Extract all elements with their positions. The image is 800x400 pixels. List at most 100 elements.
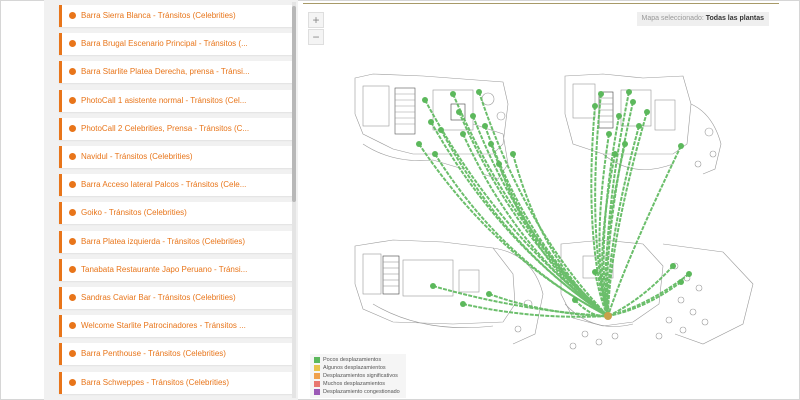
flow-node-marker[interactable]: [592, 103, 598, 109]
status-dot-icon: [69, 68, 76, 76]
legend-item: Desplazamiento congestionado: [313, 388, 403, 396]
status-dot-icon: [69, 378, 76, 386]
status-dot-icon: [69, 294, 76, 301]
list-item[interactable]: Barra Brugal Escenario Principal - Tráns…: [59, 33, 293, 56]
legend-swatch: [314, 389, 320, 395]
status-dot-icon: [69, 265, 76, 273]
list-item[interactable]: Barra Sierra Blanca - Tránsitos (Celebri…: [59, 5, 293, 27]
list-item[interactable]: Welcome Starlite Patrocinadores - Tránsi…: [59, 315, 293, 338]
flow-node-marker[interactable]: [476, 89, 482, 95]
flow-node-marker[interactable]: [450, 91, 456, 97]
status-dot-icon: [69, 40, 76, 48]
list-item[interactable]: Barra Platea izquierda - Tránsitos (Cele…: [59, 230, 293, 253]
legend-label: Desplazamientos significativos: [323, 373, 398, 379]
legend-item: Pocos desplazamientos: [313, 356, 403, 364]
legend-item: Desplazamientos significativos: [313, 372, 403, 380]
list-item[interactable]: Tanabata Restaurante Japo Peruano - Trán…: [59, 258, 293, 281]
flow-node-marker[interactable]: [496, 161, 502, 167]
status-dot-icon: [69, 209, 76, 217]
status-dot-icon: [69, 322, 76, 330]
flow-node-marker[interactable]: [670, 263, 676, 269]
legend-label: Muchos desplazamientos: [323, 381, 386, 387]
flow-node-marker[interactable]: [644, 109, 650, 115]
list-item-label: Barra Acceso lateral Palcos - Tránsitos …: [81, 180, 247, 190]
legend-label: Algunos desplazamientos: [323, 365, 386, 371]
status-dot-icon: [69, 350, 76, 358]
flow-node-marker[interactable]: [486, 291, 492, 297]
legend-swatch: [314, 365, 320, 371]
legend-swatch: [314, 381, 320, 387]
list-item[interactable]: Barra Schweppes - Tránsitos (Celebrities…: [59, 371, 293, 394]
status-dot-icon: [69, 124, 76, 132]
flow-node-marker[interactable]: [622, 141, 628, 147]
list-item-label: Barra Platea izquierda - Tránsitos (Cele…: [81, 236, 246, 246]
list-item-label: Welcome Starlite Patrocinadores - Tránsi…: [81, 321, 246, 331]
flow-node-marker[interactable]: [616, 113, 622, 119]
flow-origin-marker[interactable]: [604, 312, 612, 320]
flow-node-marker[interactable]: [460, 131, 466, 137]
flow-node-marker[interactable]: [416, 141, 422, 147]
flow-line: [484, 125, 609, 317]
legend-swatch: [314, 373, 320, 379]
list-item-label: Navidul - Tránsitos (Celebrities): [81, 152, 193, 161]
flow-node-marker[interactable]: [510, 151, 516, 157]
list-item[interactable]: Barra Acceso lateral Palcos - Tránsitos …: [59, 174, 293, 197]
list-item-label: Barra Schweppes - Tránsitos (Celebrities…: [81, 377, 230, 387]
legend-swatch: [314, 357, 320, 363]
status-dot-icon: [69, 12, 76, 19]
list-item-label: Tanabata Restaurante Japo Peruano - Trán…: [81, 264, 248, 274]
selected-map-value: Todas las plantas: [705, 15, 764, 22]
list-item-label: Barra Brugal Escenario Principal - Tráns…: [81, 39, 248, 49]
list-item-label: Goiko - Tránsitos (Celebrities): [81, 208, 187, 218]
flow-node-marker[interactable]: [438, 127, 444, 133]
flow-node-marker[interactable]: [598, 91, 604, 97]
flow-node-marker[interactable]: [678, 143, 684, 149]
flow-node-marker[interactable]: [592, 269, 598, 275]
status-dot-icon: [69, 181, 76, 189]
list-item-label: PhotoCall 2 Celebrities, Prensa - Tránsi…: [81, 123, 250, 133]
list-item-label: Barra Sierra Blanca - Tránsitos (Celebri…: [81, 11, 236, 20]
flow-node-marker[interactable]: [572, 297, 578, 303]
flow-node-marker[interactable]: [430, 283, 436, 289]
selected-map-caption: Mapa seleccionado:: [641, 15, 704, 22]
flow-node-marker[interactable]: [456, 109, 462, 115]
list-item[interactable]: Barra Starlite Platea Derecha, prensa - …: [59, 61, 293, 84]
selected-map-indicator: Mapa seleccionado: Todas las plantas: [636, 12, 769, 26]
flow-node-marker[interactable]: [606, 131, 612, 137]
flow-node-marker[interactable]: [482, 123, 488, 129]
flow-node-marker[interactable]: [460, 301, 466, 307]
status-dot-icon: [69, 96, 76, 104]
list-scrollbar-thumb[interactable]: [292, 6, 296, 202]
flow-node-marker[interactable]: [686, 271, 692, 277]
list-item[interactable]: Sandras Caviar Bar - Tránsitos (Celebrit…: [59, 287, 293, 309]
flow-node-marker[interactable]: [470, 113, 476, 119]
status-dot-icon: [69, 153, 76, 160]
legend-item: Muchos desplazamientos: [313, 380, 403, 388]
flow-node-marker[interactable]: [630, 99, 636, 105]
floor-plan-map[interactable]: [303, 4, 779, 398]
list-item[interactable]: Goiko - Tránsitos (Celebrities): [59, 202, 293, 225]
list-item-label: PhotoCall 1 asistente normal - Tránsitos…: [81, 95, 247, 105]
legend-label: Desplazamiento congestionado: [323, 389, 400, 395]
zoom-in-button[interactable]: +: [308, 12, 324, 28]
status-dot-icon: [69, 237, 76, 245]
list-item[interactable]: PhotoCall 2 Celebrities, Prensa - Tránsi…: [59, 117, 293, 140]
legend: Pocos desplazamientos Algunos desplazami…: [310, 354, 406, 398]
list-item-label: Barra Penthouse - Tránsitos (Celebrities…: [81, 349, 226, 359]
flow-line: [478, 91, 609, 317]
zoom-out-button[interactable]: −: [308, 29, 324, 45]
legend-label: Pocos desplazamientos: [323, 357, 382, 363]
flow-line: [512, 153, 609, 317]
flow-node-marker[interactable]: [612, 151, 618, 157]
flow-node-marker[interactable]: [422, 97, 428, 103]
flow-node-marker[interactable]: [432, 151, 438, 157]
list-item[interactable]: Navidul - Tránsitos (Celebrities): [59, 146, 293, 168]
flow-node-marker[interactable]: [428, 119, 434, 125]
list-item[interactable]: Barra Penthouse - Tránsitos (Celebrities…: [59, 343, 293, 366]
flow-node-marker[interactable]: [636, 123, 642, 129]
list-item[interactable]: PhotoCall 1 asistente normal - Tránsitos…: [59, 89, 293, 112]
flow-node-marker[interactable]: [626, 89, 632, 95]
flow-node-marker[interactable]: [678, 279, 684, 285]
list-item-label: Barra Starlite Platea Derecha, prensa - …: [81, 67, 250, 77]
flow-node-marker[interactable]: [488, 141, 494, 147]
